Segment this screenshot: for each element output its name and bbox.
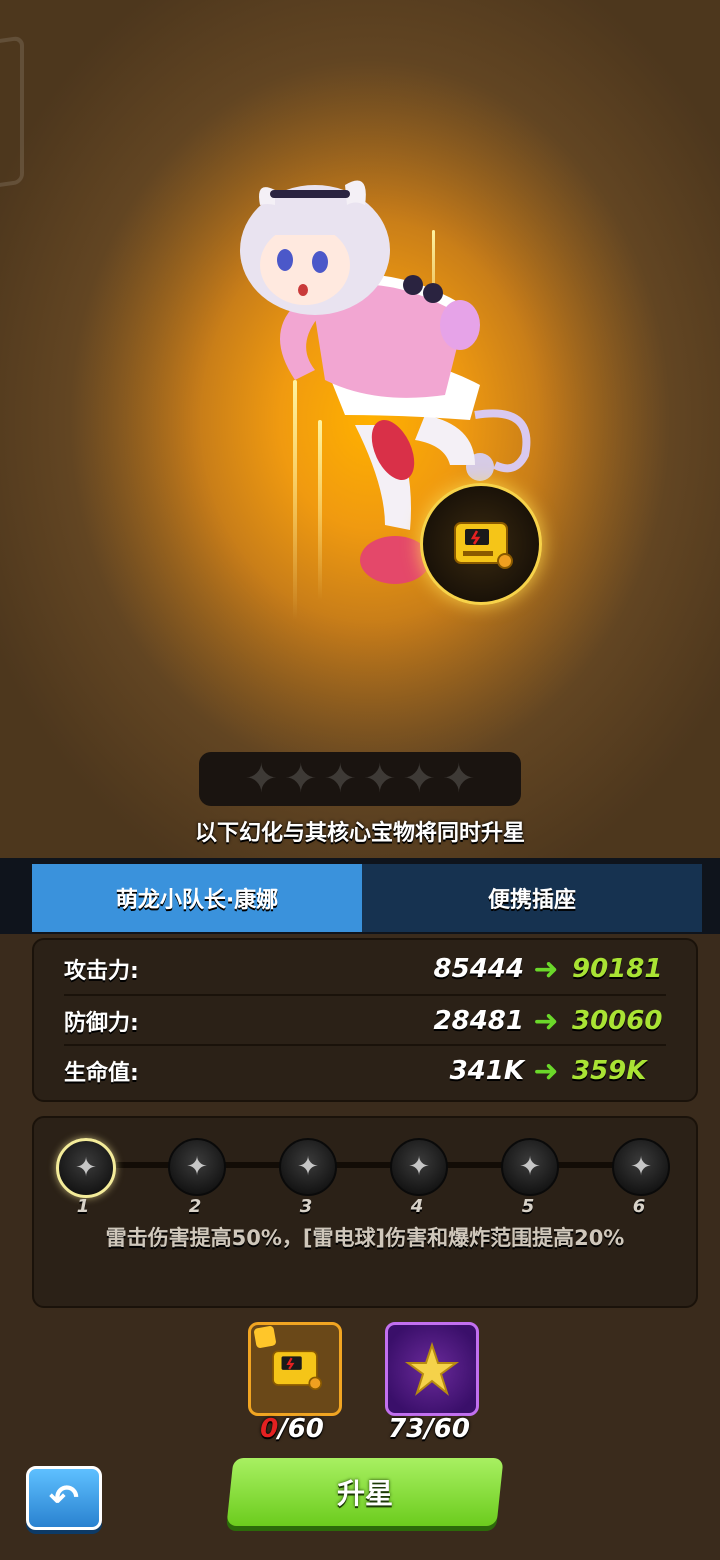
core-treasure-badge[interactable] bbox=[420, 483, 542, 605]
stat-current-value: 28481 bbox=[433, 1006, 524, 1036]
stat-current-value: 85444 bbox=[433, 954, 524, 984]
star-outline-icon: ✦ bbox=[519, 1152, 541, 1182]
level-node-6[interactable]: ✦ bbox=[612, 1138, 670, 1196]
material-count-treasure: 0/60 bbox=[260, 1414, 324, 1444]
star-outline-icon: ✦ bbox=[75, 1153, 97, 1183]
star-rating-bar: ✦ ✦ ✦ ✦ ✦ ✦ bbox=[199, 752, 521, 806]
level-node-2[interactable]: ✦ bbox=[168, 1138, 226, 1196]
star-outline-icon: ✦ bbox=[297, 1152, 319, 1182]
star-empty-icon: ✦ bbox=[283, 756, 318, 802]
material-slot-treasure-shard[interactable] bbox=[248, 1322, 342, 1416]
star-outline-icon: ✦ bbox=[630, 1152, 652, 1182]
arrow-right-icon: ➜ bbox=[533, 951, 559, 987]
star-empty-icon: ✦ bbox=[363, 756, 397, 802]
material-need: 60 bbox=[287, 1414, 324, 1444]
star-level-panel: ✦ 1 ✦ 2 ✦ 3 ✦ 4 ✦ 5 ✦ 6 雷击伤害提高50%，[雷电球]伤… bbox=[32, 1116, 698, 1308]
level-node-1[interactable]: ✦ bbox=[56, 1138, 116, 1198]
level-number: 6 bbox=[632, 1196, 646, 1217]
stat-row-hp: 生命值: 341K ➜ 359K bbox=[64, 1044, 666, 1096]
star-empty-icon: ✦ bbox=[244, 756, 278, 802]
portable-socket-shard-icon bbox=[272, 1350, 322, 1391]
star-empty-icon: ✦ bbox=[323, 756, 357, 802]
back-button[interactable]: ↶ bbox=[26, 1466, 102, 1530]
level-number: 3 bbox=[299, 1196, 313, 1217]
level-effect-description: 雷击伤害提高50%，[雷电球]伤害和爆炸范围提高20% bbox=[105, 1226, 625, 1250]
stat-row-attack: 攻击力: 85444 ➜ 90181 bbox=[64, 944, 666, 994]
level-number: 2 bbox=[188, 1196, 202, 1217]
stat-next-value: 90181 bbox=[572, 954, 663, 984]
portable-socket-icon bbox=[454, 522, 513, 569]
gold-star-icon bbox=[404, 1341, 460, 1396]
stat-label: 生命值: bbox=[64, 1061, 139, 1086]
tab-hero[interactable]: 萌龙小队长·康娜 bbox=[32, 864, 362, 932]
level-number: 4 bbox=[410, 1196, 424, 1217]
back-arrow-icon: ↶ bbox=[48, 1477, 80, 1519]
level-node-4[interactable]: ✦ bbox=[390, 1138, 448, 1196]
stat-label: 防御力: bbox=[64, 1011, 139, 1036]
star-empty-icon: ✦ bbox=[402, 756, 437, 802]
stats-panel: 攻击力: 85444 ➜ 90181 防御力: 28481 ➜ 30060 生命… bbox=[32, 938, 698, 1102]
tab-core-treasure[interactable]: 便携插座 bbox=[362, 864, 702, 932]
puzzle-piece-icon bbox=[253, 1325, 277, 1349]
stat-current-value: 341K bbox=[449, 1056, 524, 1086]
level-number: 1 bbox=[76, 1196, 90, 1217]
stat-label: 攻击力: bbox=[64, 959, 139, 984]
material-have: 73 bbox=[388, 1414, 425, 1444]
arrow-right-icon: ➜ bbox=[533, 1053, 559, 1089]
material-have: 0 bbox=[260, 1414, 279, 1444]
stat-row-defense: 防御力: 28481 ➜ 30060 bbox=[64, 994, 666, 1046]
stat-next-value: 30060 bbox=[572, 1006, 663, 1036]
star-empty-icon: ✦ bbox=[442, 756, 476, 802]
star-up-label: 升星 bbox=[336, 1477, 393, 1510]
stat-next-value: 359K bbox=[572, 1056, 647, 1086]
level-node-5[interactable]: ✦ bbox=[501, 1138, 559, 1196]
arrow-right-icon: ➜ bbox=[533, 1003, 559, 1039]
hero-showcase bbox=[0, 0, 720, 860]
material-need: 60 bbox=[433, 1414, 470, 1444]
upgrade-notice: 以下幻化与其核心宝物将同时升星 bbox=[194, 821, 525, 846]
level-number: 5 bbox=[521, 1196, 535, 1217]
star-outline-icon: ✦ bbox=[408, 1152, 430, 1182]
hexagon-decoration bbox=[0, 35, 24, 193]
material-count-star: 73/60 bbox=[388, 1414, 470, 1444]
material-slot-star[interactable] bbox=[385, 1322, 479, 1416]
star-up-button[interactable]: 升星 bbox=[226, 1458, 504, 1526]
tab-bar: 萌龙小队长·康娜 便携插座 bbox=[0, 858, 720, 934]
star-outline-icon: ✦ bbox=[186, 1152, 208, 1182]
level-node-3[interactable]: ✦ bbox=[279, 1138, 337, 1196]
